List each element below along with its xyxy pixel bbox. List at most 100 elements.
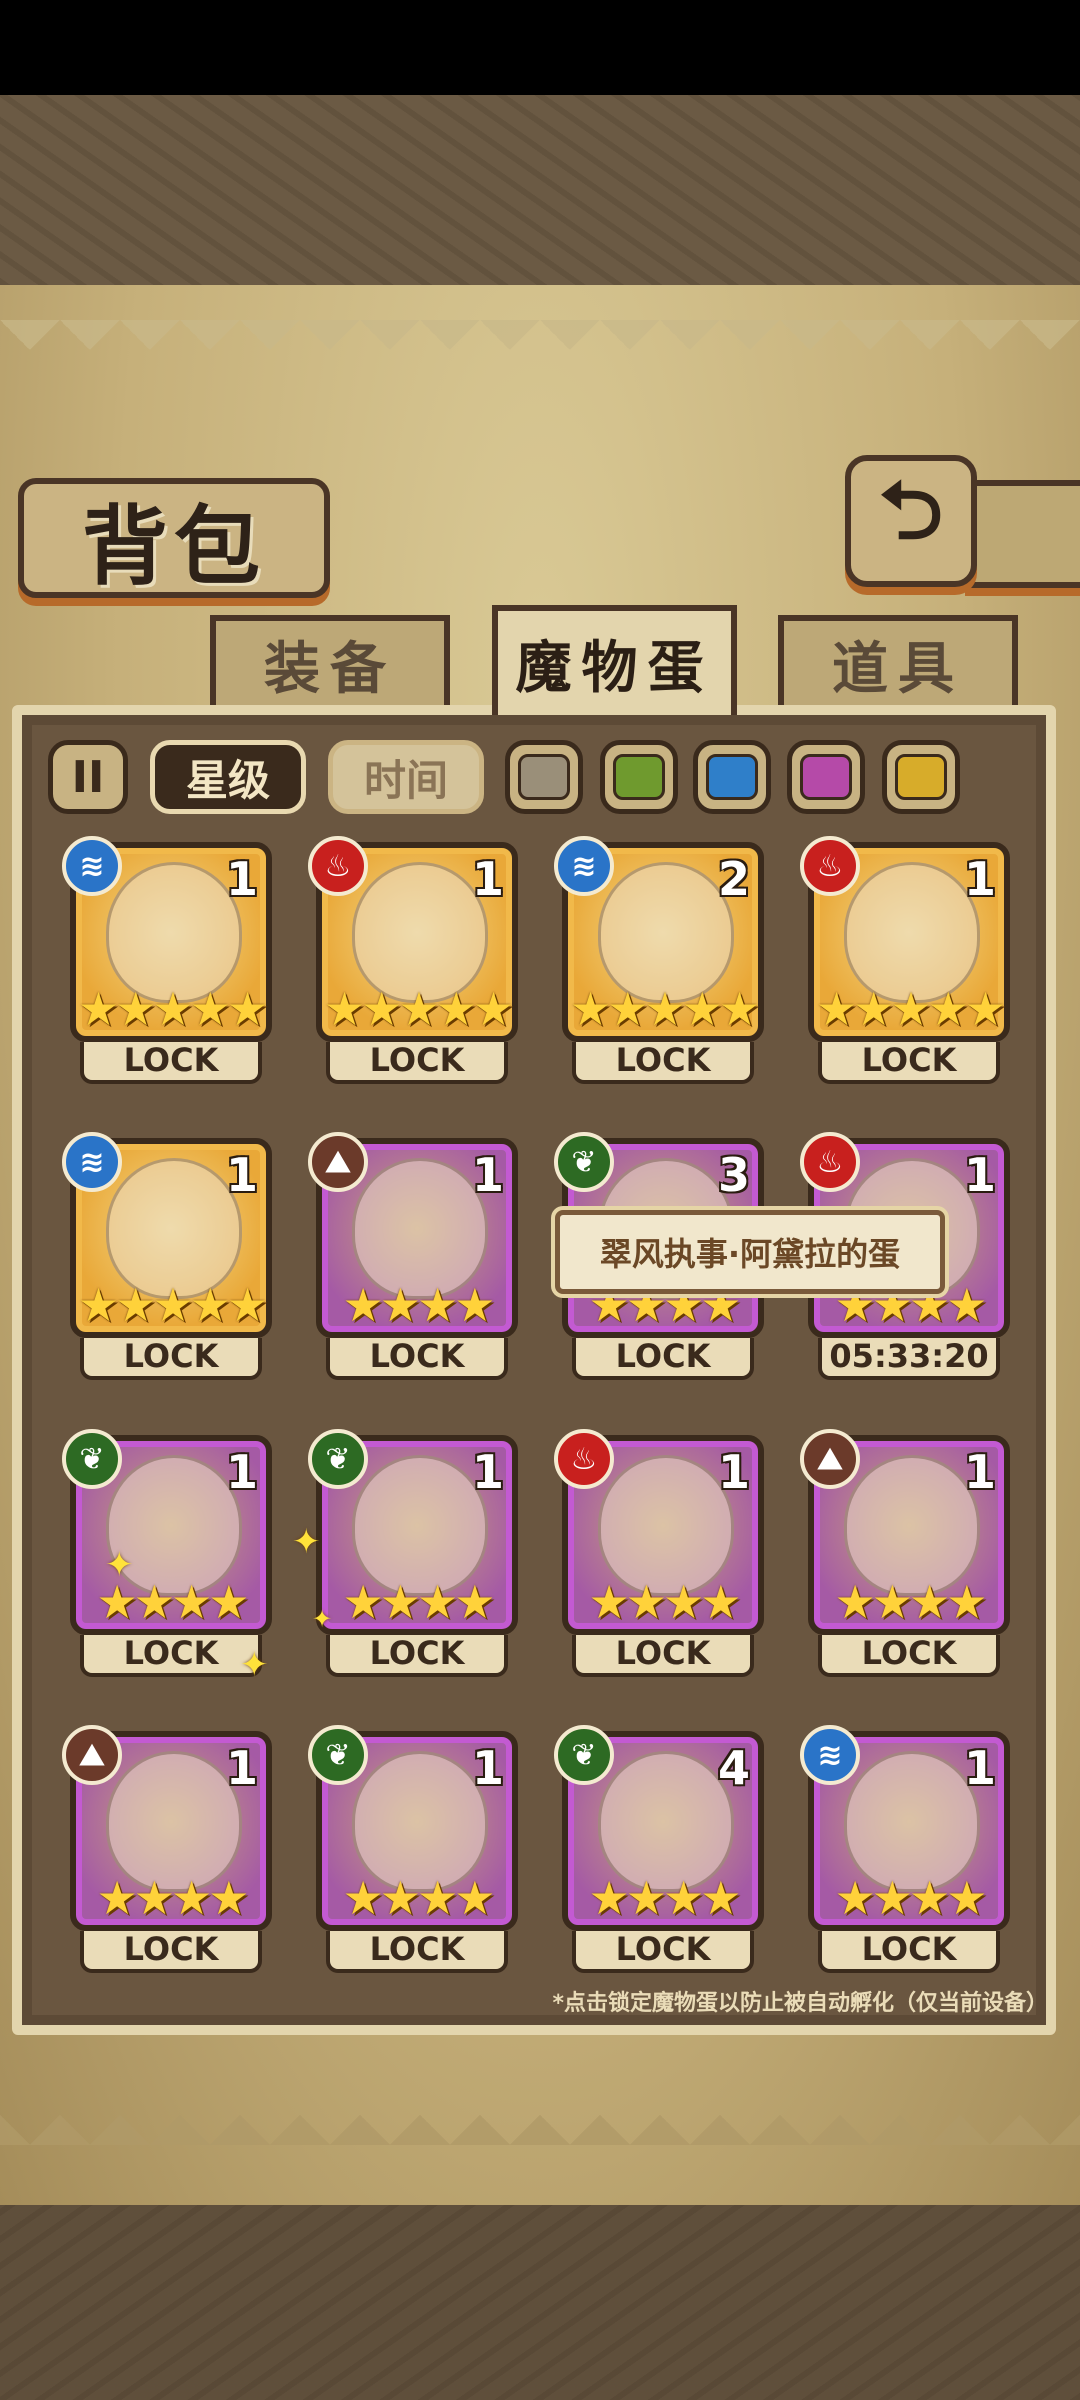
tab-monster-eggs[interactable]: 魔物蛋 xyxy=(492,605,737,715)
sparkle-icon: ✦ xyxy=(312,1605,333,1633)
star-rating: ★★★★ xyxy=(342,1871,496,1925)
egg-lock-button[interactable]: LOCK xyxy=(818,1931,1000,1973)
star-rating: ★★★★★ xyxy=(569,982,760,1036)
earth-element-icon: ⛰ xyxy=(308,1132,368,1192)
egg-count: 1 xyxy=(963,1741,996,1795)
egg-count: 1 xyxy=(471,1741,504,1795)
star-rating: ★★★★ xyxy=(96,1575,250,1629)
filter-purple-button[interactable] xyxy=(787,740,865,814)
egg-lock-button[interactable]: LOCK xyxy=(80,1931,262,1973)
zigzag-edge-bottom xyxy=(0,2085,1080,2145)
fire-element-icon: ♨ xyxy=(800,1132,860,1192)
sparkle-icon: ✦ xyxy=(105,1545,134,1585)
filter-gray-button[interactable] xyxy=(505,740,583,814)
egg-lock-button[interactable]: LOCK xyxy=(572,1042,754,1084)
star-rating: ★★★★★ xyxy=(815,982,1006,1036)
tab-items[interactable]: 道具 xyxy=(778,615,1018,707)
egg-lock-button[interactable]: LOCK xyxy=(572,1931,754,1973)
egg-lock-button[interactable]: LOCK xyxy=(80,1042,262,1084)
egg-lock-button[interactable]: LOCK xyxy=(326,1338,508,1380)
egg-card[interactable]: ♨ 1 ★★★★ LOCK xyxy=(554,1429,764,1677)
egg-card[interactable]: ≋ 2 ★★★★★ LOCK xyxy=(554,836,764,1084)
color-swatch-gray xyxy=(518,754,570,800)
egg-lock-button[interactable]: LOCK xyxy=(80,1635,262,1677)
zigzag-edge-top xyxy=(0,320,1080,380)
egg-lock-button[interactable]: LOCK xyxy=(818,1042,1000,1084)
star-rating: ★★★★ xyxy=(588,1871,742,1925)
star-rating: ★★★★★ xyxy=(77,1278,268,1332)
water-element-icon: ≋ xyxy=(554,836,614,896)
egg-card[interactable]: ❦ 1 ★★★★ LOCK xyxy=(308,1725,518,1973)
egg-card[interactable]: ❦ 1 ★★★★ LOCK xyxy=(308,1429,518,1677)
return-arrow-icon: ⮌ xyxy=(878,464,944,557)
egg-count: 4 xyxy=(717,1741,750,1795)
sparkle-icon: ✦ xyxy=(292,1522,321,1562)
fire-element-icon: ♨ xyxy=(308,836,368,896)
egg-lock-button[interactable]: LOCK xyxy=(326,1635,508,1677)
nature-element-icon: ❦ xyxy=(554,1725,614,1785)
egg-count: 1 xyxy=(963,1445,996,1499)
star-rating: ★★★★ xyxy=(342,1575,496,1629)
egg-count: 2 xyxy=(717,852,750,906)
filter-yellow-button[interactable] xyxy=(882,740,960,814)
egg-lock-button[interactable]: LOCK xyxy=(80,1338,262,1380)
map-background-top xyxy=(0,95,1080,285)
egg-card[interactable]: ❦ 4 ★★★★ LOCK xyxy=(554,1725,764,1973)
map-background-bottom xyxy=(0,2205,1080,2400)
egg-lock-button[interactable]: 05:33:20 xyxy=(818,1338,1000,1380)
egg-count: 1 xyxy=(471,1148,504,1202)
color-swatch-blue xyxy=(706,754,758,800)
status-bar xyxy=(0,0,1080,95)
star-rating: ★★★★★ xyxy=(77,982,268,1036)
page-title-plate: 背包 xyxy=(18,478,330,598)
pause-toggle-button[interactable]: II xyxy=(48,740,128,814)
egg-count: 1 xyxy=(471,852,504,906)
color-swatch-purple xyxy=(800,754,852,800)
nature-element-icon: ❦ xyxy=(308,1429,368,1489)
sort-by-time-button[interactable]: 时间 xyxy=(328,740,484,814)
egg-name-tooltip: 翠风执事·阿黛拉的蛋 xyxy=(555,1210,945,1294)
nature-element-icon: ❦ xyxy=(554,1132,614,1192)
star-rating: ★★★★ xyxy=(96,1871,250,1925)
fire-element-icon: ♨ xyxy=(554,1429,614,1489)
egg-lock-button[interactable]: LOCK xyxy=(572,1635,754,1677)
egg-card[interactable]: ≋ 1 ★★★★★ LOCK xyxy=(62,1132,272,1380)
star-rating: ★★★★ xyxy=(834,1575,988,1629)
color-swatch-yellow xyxy=(895,754,947,800)
color-swatch-green xyxy=(613,754,665,800)
star-rating: ★★★★ xyxy=(834,1871,988,1925)
egg-card[interactable]: ❦ 1 ★★★★ LOCK xyxy=(62,1429,272,1677)
back-button[interactable]: ⮌ xyxy=(845,455,977,587)
star-rating: ★★★★ xyxy=(588,1575,742,1629)
egg-lock-button[interactable]: LOCK xyxy=(326,1042,508,1084)
egg-count: 1 xyxy=(963,852,996,906)
egg-count: 1 xyxy=(225,1445,258,1499)
egg-count: 1 xyxy=(225,1148,258,1202)
egg-card[interactable]: ≋ 1 ★★★★ LOCK xyxy=(800,1725,1010,1973)
egg-card[interactable]: ⛰ 1 ★★★★ LOCK xyxy=(62,1725,272,1973)
egg-card[interactable]: ⛰ 1 ★★★★ LOCK xyxy=(308,1132,518,1380)
filter-blue-button[interactable] xyxy=(693,740,771,814)
filter-green-button[interactable] xyxy=(600,740,678,814)
lock-hint-footnote: *点击锁定魔物蛋以防止被自动孵化（仅当前设备） xyxy=(552,1991,1048,2016)
egg-count: 1 xyxy=(225,1741,258,1795)
fire-element-icon: ♨ xyxy=(800,836,860,896)
egg-card[interactable]: ♨ 1 ★★★★★ LOCK xyxy=(800,836,1010,1084)
egg-lock-button[interactable]: LOCK xyxy=(326,1931,508,1973)
nature-element-icon: ❦ xyxy=(308,1725,368,1785)
star-rating: ★★★★ xyxy=(342,1278,496,1332)
sparkle-icon: ✦ xyxy=(240,1645,269,1685)
egg-lock-button[interactable]: LOCK xyxy=(818,1635,1000,1677)
sort-by-star-button[interactable]: 星级 xyxy=(150,740,306,814)
tab-equipment[interactable]: 装备 xyxy=(210,615,450,707)
water-element-icon: ≋ xyxy=(62,836,122,896)
nature-element-icon: ❦ xyxy=(62,1429,122,1489)
egg-card[interactable]: ♨ 1 ★★★★★ LOCK xyxy=(308,836,518,1084)
egg-card[interactable]: ⛰ 1 ★★★★ LOCK xyxy=(800,1429,1010,1677)
page-title: 背包 xyxy=(82,495,266,597)
egg-count: 1 xyxy=(471,1445,504,1499)
back-button-rail xyxy=(965,480,1080,588)
egg-count: 1 xyxy=(225,852,258,906)
egg-card[interactable]: ≋ 1 ★★★★★ LOCK xyxy=(62,836,272,1084)
egg-lock-button[interactable]: LOCK xyxy=(572,1338,754,1380)
